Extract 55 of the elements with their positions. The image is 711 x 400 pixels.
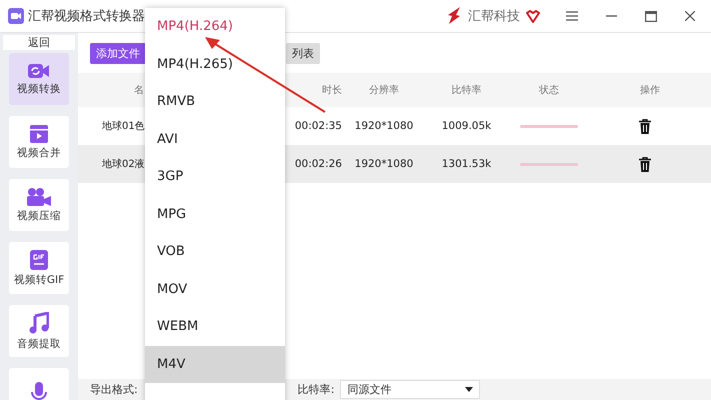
format-option[interactable]: WEBM [145,308,285,346]
sidebar-item[interactable]: 视频压缩 [9,179,69,231]
column-header: 分辨率 [368,84,400,97]
format-option[interactable]: MOV [145,270,285,308]
format-label: 导出格式: [90,382,138,397]
format-option[interactable]: M4V [145,346,285,383]
window-title: 汇帮视频格式转换器 [28,8,145,25]
file-name: 地球01色 [101,120,146,133]
delete-icon[interactable] [639,118,651,134]
sidebar-item[interactable]: 音频提取 [9,305,69,357]
list-button[interactable]: 列表 [286,42,320,64]
column-header: 名 [133,84,145,97]
format-option[interactable]: VOB [145,233,285,270]
gif-file-icon [30,250,48,270]
bitrate-label: 比特率: [298,382,334,397]
bitrate-cell-text: 1301.53k [440,158,492,170]
format-option[interactable]: AVI [145,120,285,158]
format-option[interactable]: 3GP [145,158,285,196]
video-convert-icon [28,62,50,78]
column-header: 比特率 [450,84,482,97]
close-icon[interactable] [685,11,695,21]
video-camera-icon [27,188,51,206]
status-bar [520,124,578,128]
format-option[interactable]: MP4(H.265) [145,46,285,83]
app-logo-icon [8,8,24,24]
bitrate-select[interactable]: 同源文件 [340,380,480,399]
sidebar-item[interactable]: 视频转GIF [9,242,69,294]
column-header: 操作 [639,84,661,97]
resolution-cell-text: 1920*1080 [354,158,414,170]
video-clip-icon [30,124,48,142]
column-header: 时长 [321,84,343,97]
sidebar-item[interactable]: 视频合并 [9,116,69,168]
format-option[interactable]: RMVB [145,83,285,120]
duration-cell-text: 00:02:35 [294,120,343,132]
resolution-cell-text: 1920*1080 [354,120,414,132]
bitrate-cell-text: 1009.05k [440,120,492,132]
sidebar-item[interactable]: 视频转换 [9,53,69,105]
company-name: 汇帮科技 [468,8,520,25]
caret-icon [465,387,474,392]
format-option[interactable]: MPG [145,196,285,233]
maximize-icon[interactable] [645,10,657,22]
delete-icon[interactable] [639,156,651,172]
add-file-button[interactable]: 添加文件 [90,42,146,64]
duration-cell-text: 00:02:26 [294,158,343,170]
menu-icon[interactable] [566,11,578,21]
heart-badge-icon [526,10,540,22]
status-bar [520,162,578,166]
minimize-icon[interactable] [606,15,617,17]
company-logo-icon [446,7,462,25]
format-option[interactable]: MP4(H.264) [145,8,285,46]
music-note-icon [29,312,49,334]
column-header: 状态 [538,84,560,97]
back-button[interactable]: 返回 [3,35,75,50]
file-name: 地球02液 [101,158,146,171]
microphone-icon [31,382,47,400]
